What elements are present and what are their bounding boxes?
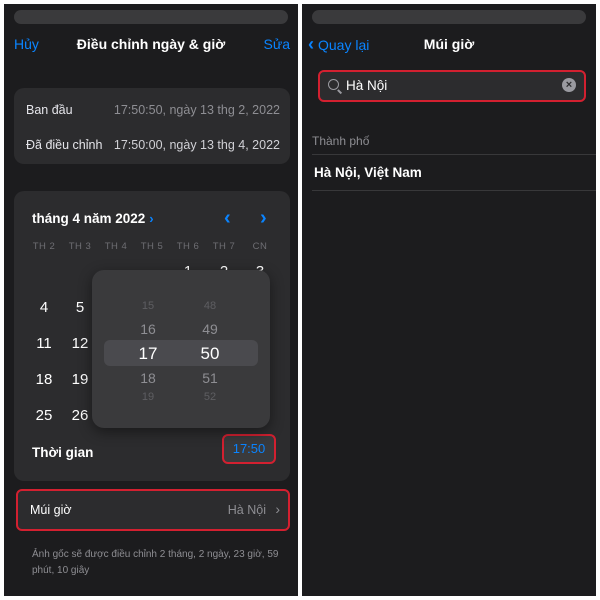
time-value-button[interactable]: 17:50 [222, 434, 276, 464]
weekday-sat: TH 7 [212, 241, 236, 252]
hour-option[interactable]: 16 [128, 321, 168, 337]
minute-option[interactable]: 52 [190, 391, 230, 403]
original-value: 17:50:50, ngày 13 thg 2, 2022 [113, 103, 280, 117]
search-icon [328, 79, 339, 90]
section-header: Thành phố [312, 134, 370, 148]
page-title: Múi giờ [423, 36, 475, 52]
navigation-bar: Hủy Điều chỉnh ngày & giờ Sửa [4, 30, 298, 60]
timezone-label: Múi giờ [30, 503, 72, 517]
hour-option[interactable]: 19 [128, 391, 168, 403]
calendar-day[interactable]: 4 [26, 299, 62, 316]
edit-button[interactable]: Sửa [264, 36, 291, 52]
hour-option[interactable]: 18 [128, 370, 168, 386]
calendar-day[interactable]: 25 [26, 407, 62, 424]
timezone-value: Hà Nội [227, 503, 266, 517]
clear-icon[interactable]: × [562, 78, 576, 92]
next-month-button[interactable]: › [260, 207, 267, 230]
minute-option[interactable]: 48 [190, 300, 230, 312]
timezone-row[interactable]: Múi giờ Hà Nội › [16, 489, 290, 531]
calendar-day[interactable]: 11 [26, 335, 62, 352]
adjusted-row: Đã điều chỉnh 17:50:00, ngày 13 thg 4, 2… [26, 138, 280, 158]
weekday-tue: TH 3 [68, 241, 92, 252]
minute-selected[interactable]: 50 [190, 344, 230, 364]
calendar-day[interactable]: 18 [26, 371, 62, 388]
adjustment-footnote: Ảnh gốc sẽ được điều chỉnh 2 tháng, 2 ng… [32, 549, 279, 576]
hour-option[interactable]: 15 [128, 300, 168, 312]
date-time-adjust-screen: Hủy Điều chỉnh ngày & giờ Sửa Ban đầu 17… [4, 4, 298, 596]
search-input[interactable]: Hà Nội × [318, 70, 586, 102]
chevron-right-icon: › [149, 211, 154, 226]
original-row: Ban đầu 17:50:50, ngày 13 thg 2, 2022 [26, 103, 280, 123]
divider [312, 154, 596, 155]
divider [312, 190, 596, 191]
month-selector[interactable]: tháng 4 năm 2022 › [32, 211, 154, 226]
weekday-thu: TH 5 [140, 241, 164, 252]
page-title: Điều chỉnh ngày & giờ [76, 36, 226, 52]
previous-sheet-edge [14, 10, 288, 24]
prev-month-button[interactable]: ‹ [224, 207, 231, 230]
month-title: tháng 4 năm 2022 [32, 211, 146, 226]
weekday-sun: CN [252, 241, 268, 252]
time-label: Thời gian [32, 445, 94, 460]
weekday-fri: TH 6 [176, 241, 200, 252]
adjusted-value: 17:50:00, ngày 13 thg 4, 2022 [113, 138, 280, 152]
minute-option[interactable]: 49 [190, 321, 230, 337]
adjusted-label: Đã điều chỉnh [26, 138, 103, 152]
navigation-bar: ‹ Quay lại Múi giờ [302, 30, 596, 60]
hour-selected[interactable]: 17 [128, 344, 168, 364]
original-label: Ban đầu [26, 103, 73, 117]
list-item[interactable]: Hà Nội, Việt Nam [314, 165, 422, 180]
time-wheel-picker[interactable]: 15 16 17 18 19 48 49 50 51 52 [92, 270, 270, 428]
search-value: Hà Nội [346, 78, 388, 93]
minute-option[interactable]: 51 [190, 370, 230, 386]
timezone-screen: ‹ Quay lại Múi giờ Hà Nội × Thành phố Hà … [302, 4, 596, 596]
chevron-right-icon: › [275, 501, 280, 517]
previous-sheet-edge [312, 10, 586, 24]
weekday-wed: TH 4 [104, 241, 128, 252]
original-adjusted-card: Ban đầu 17:50:50, ngày 13 thg 2, 2022 Đã… [14, 88, 290, 164]
weekday-mon: TH 2 [32, 241, 56, 252]
